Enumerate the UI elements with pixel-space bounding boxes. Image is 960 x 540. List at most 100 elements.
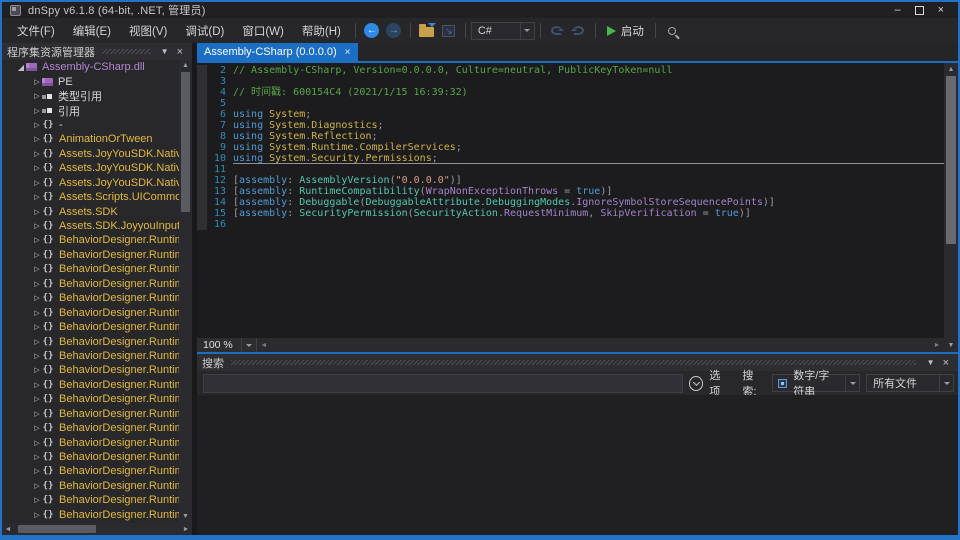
tree-item[interactable]: ▷{}BehaviorDesigner.Runtime — [2, 233, 179, 247]
expander-closed-icon[interactable]: ▷ — [32, 410, 42, 418]
expander-closed-icon[interactable]: ▷ — [32, 121, 42, 129]
expander-closed-icon[interactable]: ▷ — [32, 294, 42, 302]
tree-item[interactable]: ▷{}BehaviorDesigner.Runtime — [2, 291, 179, 305]
panel-close-button[interactable]: × — [173, 46, 187, 58]
glyph-margin[interactable] — [197, 131, 207, 142]
expander-open-icon[interactable]: ◢ — [16, 63, 26, 72]
search-scope-dropdown-button[interactable] — [939, 375, 953, 391]
tree-item[interactable]: ▷{}BehaviorDesigner.Runtime — [2, 305, 179, 319]
tree-item[interactable]: ▷{}BehaviorDesigner.Runtime — [2, 392, 179, 406]
close-button[interactable]: × — [938, 5, 944, 15]
search-type-dropdown-button[interactable] — [845, 375, 859, 391]
tree-item[interactable]: ▷{}BehaviorDesigner.Runtime — [2, 277, 179, 291]
expander-closed-icon[interactable]: ▷ — [32, 251, 42, 259]
tree-item[interactable]: ▷{}Assets.Scripts.UICommon — [2, 190, 179, 204]
expander-closed-icon[interactable]: ▷ — [32, 309, 42, 317]
language-combobox[interactable]: C# — [471, 22, 535, 40]
expander-closed-icon[interactable]: ▷ — [32, 467, 42, 475]
glyph-margin[interactable] — [197, 87, 207, 98]
search-assemblies-button[interactable] — [661, 21, 683, 41]
expander-closed-icon[interactable]: ▷ — [32, 352, 42, 360]
glyph-margin[interactable] — [197, 98, 207, 109]
tree-item[interactable]: ▷类型引用 — [2, 89, 179, 103]
tree-item[interactable]: ▷{}BehaviorDesigner.Runtime — [2, 320, 179, 334]
glyph-margin[interactable] — [197, 120, 207, 131]
scroll-down-icon[interactable]: ▼ — [948, 339, 955, 352]
scroll-left-icon[interactable]: ◄ — [2, 526, 14, 533]
tree-item[interactable]: ▷{}BehaviorDesigner.Runtime — [2, 493, 179, 507]
expander-closed-icon[interactable]: ▷ — [32, 424, 42, 432]
search-input[interactable] — [203, 374, 683, 393]
glyph-margin[interactable] — [197, 197, 207, 208]
glyph-margin[interactable] — [197, 208, 207, 219]
expander-closed-icon[interactable]: ▷ — [32, 338, 42, 346]
expander-closed-icon[interactable]: ▷ — [32, 179, 42, 187]
tree-item[interactable]: ◢Assembly-CSharp.dll — [2, 60, 179, 74]
expander-closed-icon[interactable]: ▷ — [32, 236, 42, 244]
editor-horizontal-scrollbar[interactable]: ◄ ► — [257, 338, 944, 352]
glyph-margin[interactable] — [197, 175, 207, 186]
navigate-forward-button[interactable]: → — [383, 21, 405, 41]
tree-horizontal-scrollbar[interactable]: ◄ ► — [2, 523, 192, 535]
scroll-left-icon[interactable]: ◄ — [257, 342, 271, 349]
zoom-combobox[interactable]: 100 % — [197, 338, 257, 352]
expander-closed-icon[interactable]: ▷ — [32, 164, 42, 172]
expander-closed-icon[interactable]: ▷ — [32, 92, 42, 100]
menu-item[interactable]: 编辑(E) — [64, 23, 120, 41]
scrollbar-thumb[interactable] — [181, 72, 190, 212]
glyph-margin[interactable] — [197, 76, 207, 87]
glyph-margin[interactable] — [197, 186, 207, 197]
scrollbar-thumb[interactable] — [946, 76, 956, 244]
expander-closed-icon[interactable]: ▷ — [32, 135, 42, 143]
zoom-dropdown-button[interactable] — [241, 338, 257, 352]
expander-closed-icon[interactable]: ▷ — [32, 395, 42, 403]
expander-closed-icon[interactable]: ▷ — [32, 78, 42, 86]
scroll-down-icon[interactable]: ▼ — [182, 511, 189, 523]
code-editor[interactable]: 2// Assembly-CSharp, Version=0.0.0.0, Cu… — [197, 63, 944, 338]
tree-item[interactable]: ▷{}BehaviorDesigner.Runtime — [2, 421, 179, 435]
minimize-button[interactable]: – — [894, 5, 900, 15]
glyph-margin[interactable] — [197, 109, 207, 120]
tree-item[interactable]: ▷{}BehaviorDesigner.Runtime — [2, 450, 179, 464]
glyph-margin[interactable] — [197, 219, 207, 230]
expander-closed-icon[interactable]: ▷ — [32, 496, 42, 504]
navigate-back-button[interactable]: ← — [361, 21, 383, 41]
tree-item[interactable]: ▷{}Assets.SDK.JoyyouInput — [2, 219, 179, 233]
maximize-button[interactable] — [915, 6, 924, 15]
expander-closed-icon[interactable]: ▷ — [32, 280, 42, 288]
tree-item[interactable]: ▷{}Assets.SDK — [2, 204, 179, 218]
tree-item[interactable]: ▷{}BehaviorDesigner.Runtime — [2, 248, 179, 262]
expander-closed-icon[interactable]: ▷ — [32, 482, 42, 490]
open-file-button[interactable] — [416, 21, 438, 41]
tree-item[interactable]: ▷{}Assets.JoyYouSDK.NativeIn — [2, 176, 179, 190]
expander-closed-icon[interactable]: ▷ — [32, 208, 42, 216]
undo-button[interactable] — [546, 21, 568, 41]
tree-item[interactable]: ▷{}- — [2, 118, 179, 132]
expander-closed-icon[interactable]: ▷ — [32, 150, 42, 158]
expander-closed-icon[interactable]: ▷ — [32, 323, 42, 331]
expander-closed-icon[interactable]: ▷ — [32, 439, 42, 447]
panel-menu-button[interactable]: ▼ — [923, 358, 939, 367]
language-dropdown-button[interactable] — [520, 23, 534, 39]
glyph-margin[interactable] — [197, 142, 207, 153]
tree-item[interactable]: ▷{}BehaviorDesigner.Runtime — [2, 349, 179, 363]
glyph-margin[interactable] — [197, 153, 207, 164]
expander-closed-icon[interactable]: ▷ — [32, 511, 42, 519]
tree-item[interactable]: ▷{}BehaviorDesigner.Runtime — [2, 407, 179, 421]
tree-item[interactable]: ▷PE — [2, 74, 179, 88]
expander-closed-icon[interactable]: ▷ — [32, 381, 42, 389]
panel-close-button[interactable]: × — [939, 357, 953, 369]
tree-item[interactable]: ▷{}Assets.JoyYouSDK.NativeIn — [2, 147, 179, 161]
start-debugging-button[interactable]: 启动 — [601, 21, 650, 41]
tree-item[interactable]: ▷{}BehaviorDesigner.Runtime — [2, 262, 179, 276]
editor-vertical-scrollbar[interactable]: ▲ ▼ — [944, 63, 958, 352]
scroll-right-icon[interactable]: ► — [930, 342, 944, 349]
scroll-up-icon[interactable]: ▲ — [182, 60, 189, 72]
expander-closed-icon[interactable]: ▷ — [32, 453, 42, 461]
expander-closed-icon[interactable]: ▷ — [32, 107, 42, 115]
menu-item[interactable]: 调试(D) — [176, 23, 233, 41]
tree-item[interactable]: ▷{}BehaviorDesigner.Runtime — [2, 334, 179, 348]
tree-item[interactable]: ▷{}BehaviorDesigner.Runtime — [2, 508, 179, 522]
tab-assembly-csharp[interactable]: Assembly-CSharp (0.0.0.0) × — [197, 43, 358, 61]
tab-close-icon[interactable]: × — [345, 47, 351, 58]
